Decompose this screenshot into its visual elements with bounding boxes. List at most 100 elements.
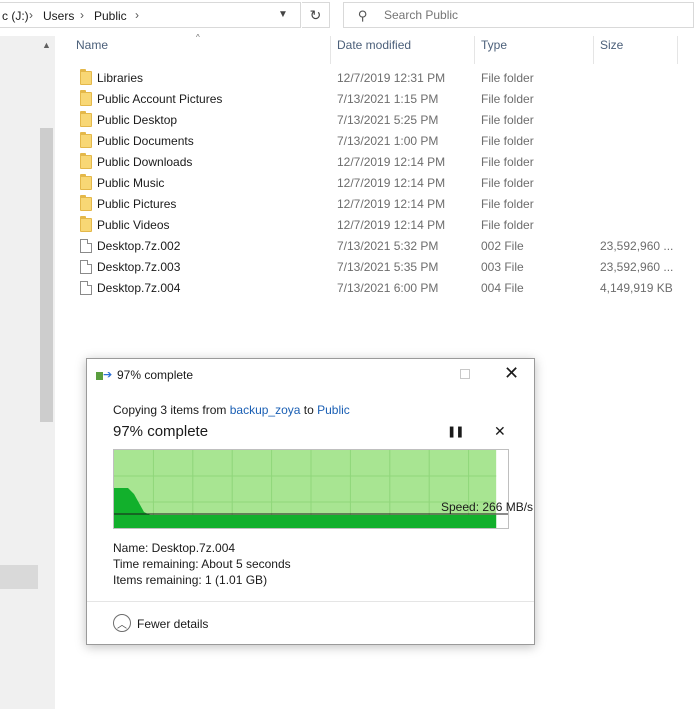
source-link[interactable]: backup_zoya [230, 403, 301, 417]
pause-button[interactable]: ❚❚ [447, 425, 464, 438]
file-name: Public Account Pictures [97, 92, 223, 106]
refresh-button[interactable]: ↻ [302, 2, 330, 28]
file-name: Desktop.7z.004 [97, 281, 181, 295]
file-icon [80, 260, 92, 274]
maximize-button [460, 369, 470, 379]
folder-icon [80, 195, 92, 211]
destination-link[interactable]: Public [317, 403, 350, 417]
file-name: Public Downloads [97, 155, 193, 169]
file-date: 7/13/2021 5:35 PM [337, 260, 439, 274]
navigation-selected-item[interactable] [0, 565, 38, 589]
column-divider[interactable] [474, 36, 475, 64]
breadcrumb-users[interactable]: Users [43, 9, 74, 23]
breadcrumb[interactable]: c (J:) › Users › Public › ▼ [0, 2, 301, 28]
file-row[interactable]: Public Music 12/7/2019 12:14 PM File folde… [70, 173, 670, 194]
file-row[interactable]: Desktop.7z.004 7/13/2021 6:00 PM 004 File 4… [70, 278, 673, 299]
file-type: File folder [481, 218, 534, 232]
column-header-type[interactable]: Type [481, 38, 507, 62]
file-name: Desktop.7z.002 [97, 239, 181, 253]
file-date: 7/13/2021 5:32 PM [337, 239, 439, 253]
copy-progress-dialog: ➔ 97% complete ✕ Copying 3 items from ba… [86, 358, 535, 645]
breadcrumb-drive[interactable]: c (J:) [2, 9, 29, 23]
file-name: Public Music [97, 176, 165, 190]
folder-icon [80, 174, 92, 190]
file-name-info: Name: Desktop.7z.004 [113, 541, 236, 555]
file-date: 7/13/2021 1:00 PM [337, 134, 439, 148]
file-name: Public Desktop [97, 113, 178, 127]
column-header-name[interactable]: Name [76, 38, 108, 62]
chevron-right-icon: › [135, 8, 139, 22]
file-type: 004 File [481, 281, 524, 295]
minimize-button[interactable] [413, 369, 425, 371]
file-row[interactable]: Public Downloads 12/7/2019 12:14 PM File f… [70, 152, 670, 173]
chevron-right-icon: › [29, 8, 33, 22]
column-divider[interactable] [677, 36, 678, 64]
copying-prefix: Copying 3 items from [113, 403, 230, 417]
column-divider[interactable] [593, 36, 594, 64]
file-type: 003 File [481, 260, 524, 274]
column-divider[interactable] [330, 36, 331, 64]
search-icon: ⚲ [358, 8, 368, 23]
column-header-size[interactable]: Size [600, 38, 623, 62]
copy-icon: ➔ [96, 370, 112, 382]
file-type: File folder [481, 92, 534, 106]
file-type: File folder [481, 134, 534, 148]
scrollbar-thumb[interactable] [40, 128, 53, 422]
chevron-right-icon: › [80, 8, 84, 22]
file-date: 7/13/2021 5:25 PM [337, 113, 439, 127]
file-name: Public Videos [97, 218, 170, 232]
file-date: 12/7/2019 12:14 PM [337, 218, 446, 232]
folder-icon [80, 153, 92, 169]
breadcrumb-public[interactable]: Public [94, 9, 127, 23]
chevron-down-icon[interactable]: ▼ [278, 9, 288, 20]
search-input[interactable] [384, 8, 674, 22]
search-box[interactable]: ⚲ [343, 2, 694, 28]
scroll-up-icon[interactable]: ▲ [42, 40, 51, 50]
file-size: 23,592,960 ... [600, 260, 674, 274]
file-date: 12/7/2019 12:14 PM [337, 176, 446, 190]
cancel-button[interactable]: ✕ [494, 423, 506, 440]
file-date: 12/7/2019 12:14 PM [337, 197, 446, 211]
file-type: File folder [481, 71, 534, 85]
refresh-icon: ↻ [309, 7, 322, 23]
transfer-speed-graph: Speed: 266 MB/s [113, 449, 533, 529]
file-date: 7/13/2021 1:15 PM [337, 92, 439, 106]
file-row[interactable]: Libraries 12/7/2019 12:31 PM File folder [70, 68, 670, 89]
file-size: 4,149,919 KB [600, 281, 673, 295]
file-row[interactable]: Public Videos 12/7/2019 12:14 PM File fold… [70, 215, 670, 236]
file-type: File folder [481, 176, 534, 190]
sort-ascending-icon: ^ [196, 33, 200, 42]
file-row[interactable]: Desktop.7z.002 7/13/2021 5:32 PM 002 File 2… [70, 236, 673, 257]
to-word: to [300, 403, 318, 417]
file-name: Libraries [97, 71, 144, 85]
file-type: File folder [481, 113, 534, 127]
folder-icon [80, 111, 92, 127]
close-icon[interactable]: ✕ [504, 364, 519, 382]
file-icon [80, 281, 92, 295]
file-date: 12/7/2019 12:31 PM [337, 71, 446, 85]
chevron-up-icon: ︿ [117, 620, 127, 631]
dialog-divider [87, 601, 534, 602]
fewer-details-label[interactable]: Fewer details [137, 617, 208, 631]
folder-icon [80, 216, 92, 232]
file-name: Public Documents [97, 134, 194, 148]
file-row[interactable]: Public Documents 7/13/2021 1:00 PM File fo… [70, 131, 670, 152]
file-name: Desktop.7z.003 [97, 260, 181, 274]
file-name: Public Pictures [97, 197, 177, 211]
column-header-date[interactable]: Date modified [337, 38, 411, 62]
time-remaining-info: Time remaining: About 5 seconds [113, 557, 291, 571]
file-type: File folder [481, 197, 534, 211]
file-date: 12/7/2019 12:14 PM [337, 155, 446, 169]
file-row[interactable]: Public Account Pictures 7/13/2021 1:15 PM… [70, 89, 670, 110]
navigation-pane [0, 36, 38, 709]
file-type: File folder [481, 155, 534, 169]
file-row[interactable]: Public Pictures 12/7/2019 12:14 PM File fo… [70, 194, 670, 215]
file-date: 7/13/2021 6:00 PM [337, 281, 439, 295]
file-row[interactable]: Public Desktop 7/13/2021 5:25 PM File fold… [70, 110, 670, 131]
dialog-title: 97% complete [117, 368, 194, 382]
speed-graph-svg [114, 450, 508, 528]
folder-icon [80, 132, 92, 148]
copying-summary: Copying 3 items from backup_zoya to Publ… [113, 403, 350, 417]
fewer-details-button[interactable]: ︿ [113, 614, 131, 632]
file-row[interactable]: Desktop.7z.003 7/13/2021 5:35 PM 003 File 2… [70, 257, 674, 278]
